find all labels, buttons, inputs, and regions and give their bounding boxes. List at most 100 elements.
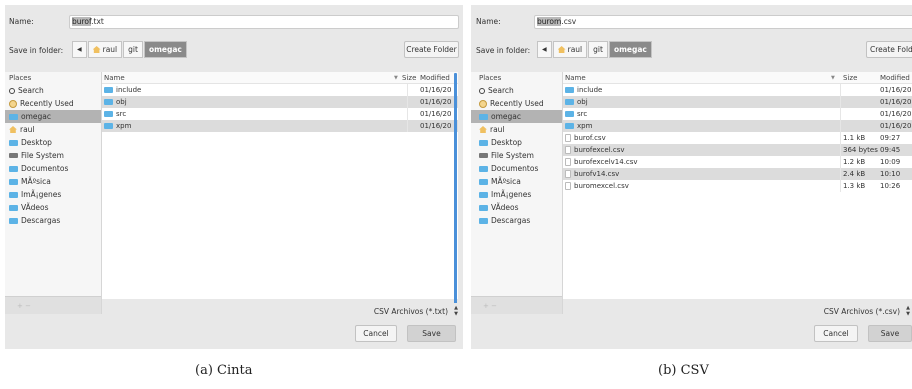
home-icon — [557, 46, 566, 53]
place-documentos[interactable]: Documentos — [5, 162, 101, 175]
place-raul[interactable]: raul — [5, 123, 101, 136]
cancel-button[interactable]: Cancel — [355, 325, 397, 342]
place-label: Search — [488, 86, 514, 95]
filter-label: CSV Archivos (*.csv) — [823, 307, 900, 316]
folder-icon — [9, 204, 18, 211]
table-row[interactable]: obj 01/16/20 — [563, 96, 912, 108]
column-size[interactable]: Size — [843, 72, 857, 84]
column-name[interactable]: Name — [565, 72, 586, 84]
table-row[interactable]: src 01/16/20 — [102, 108, 458, 120]
table-row[interactable]: burofexcel.csv 364 bytes 09:45 — [563, 144, 912, 156]
folder-icon — [9, 217, 18, 224]
breadcrumb-git[interactable]: git — [123, 41, 143, 58]
file-name-cell: burof.csv — [565, 132, 606, 144]
file-name: obj — [577, 98, 588, 106]
column-divider — [407, 96, 408, 108]
place-file-system[interactable]: File System — [5, 149, 101, 162]
place-desktop[interactable]: Desktop — [471, 136, 562, 149]
column-size[interactable]: Size — [402, 72, 416, 84]
file-name-cell: xpm — [104, 120, 131, 132]
table-row[interactable]: xpm 01/16/20 — [563, 120, 912, 132]
save-button[interactable]: Save — [868, 325, 912, 342]
breadcrumb-omegac[interactable]: omegac — [143, 41, 187, 58]
place-omegac[interactable]: omegac — [5, 110, 101, 123]
file-icon — [565, 134, 571, 142]
place-raul[interactable]: raul — [471, 123, 562, 136]
table-row[interactable]: burofexcelv14.csv 1.2 kB 10:09 — [563, 156, 912, 168]
table-row[interactable]: src 01/16/20 — [563, 108, 912, 120]
table-row[interactable]: xpm 01/16/20 — [102, 120, 458, 132]
column-modified[interactable]: Modified — [420, 72, 450, 84]
cancel-button[interactable]: Cancel — [814, 325, 858, 342]
place-imagenes[interactable]: ImÃ¡genes — [5, 188, 101, 201]
breadcrumb-label: raul — [102, 45, 118, 54]
name-label: Name: — [476, 17, 501, 26]
file-name-cell: burofexcel.csv — [565, 144, 625, 156]
table-row[interactable]: burof.csv 1.1 kB 09:27 — [563, 132, 912, 144]
file-name: xpm — [577, 122, 593, 130]
column-modified[interactable]: Modified — [880, 72, 910, 84]
column-divider — [840, 168, 841, 180]
file-name-cell: include — [565, 84, 602, 96]
folder-icon — [104, 111, 113, 117]
place-label: ImÃ¡genes — [21, 190, 62, 199]
scrollbar[interactable] — [454, 73, 457, 306]
place-documentos[interactable]: Documentos — [471, 162, 562, 175]
drive-icon — [9, 153, 18, 158]
search-icon — [479, 87, 485, 94]
place-musica[interactable]: MÃºsica — [471, 175, 562, 188]
place-videos[interactable]: VÃ­deos — [5, 201, 101, 214]
place-desktop[interactable]: Desktop — [5, 136, 101, 149]
place-file-system[interactable]: File System — [471, 149, 562, 162]
place-imagenes[interactable]: ImÃ¡genes — [471, 188, 562, 201]
places-add-remove[interactable]: + − — [5, 296, 101, 314]
breadcrumb-label: git — [128, 45, 138, 54]
save-button[interactable]: Save — [407, 325, 456, 342]
place-videos[interactable]: VÃ­deos — [471, 201, 562, 214]
file-modified: 01/16/20 — [880, 110, 912, 118]
updown-icon: ▲ ▼ — [454, 305, 458, 317]
file-type-filter[interactable]: CSV Archivos (*.txt) ▲ ▼ — [365, 303, 460, 320]
create-folder-button[interactable]: Create Folder — [404, 41, 459, 58]
breadcrumb-omegac[interactable]: omegac — [608, 41, 652, 58]
table-row[interactable]: include 01/16/20 — [563, 84, 912, 96]
file-type-filter[interactable]: CSV Archivos (*.csv) ▲ ▼ — [811, 303, 912, 320]
file-name-cell: src — [565, 108, 587, 120]
file-modified: 01/16/20 — [880, 122, 912, 130]
filename-input[interactable]: burof.txt — [69, 15, 459, 29]
breadcrumb-raul[interactable]: raul — [552, 41, 588, 58]
breadcrumb-label: git — [593, 45, 603, 54]
place-label: File System — [21, 151, 64, 160]
breadcrumb-git[interactable]: git — [588, 41, 608, 58]
place-search[interactable]: Search — [5, 84, 101, 97]
table-row[interactable]: buromexcel.csv 1.3 kB 10:26 — [563, 180, 912, 192]
breadcrumb-back-button[interactable]: ◀ — [72, 41, 87, 58]
breadcrumb-raul[interactable]: raul — [87, 41, 123, 58]
place-recently-used[interactable]: Recently Used — [471, 97, 562, 110]
file-size: 2.4 kB — [843, 170, 866, 178]
place-search[interactable]: Search — [471, 84, 562, 97]
table-row[interactable]: burofv14.csv 2.4 kB 10:10 — [563, 168, 912, 180]
place-descargas[interactable]: Descargas — [471, 214, 562, 227]
places-header[interactable]: Places — [5, 72, 101, 84]
place-descargas[interactable]: Descargas — [5, 214, 101, 227]
column-name[interactable]: Name — [104, 72, 125, 84]
filename-input[interactable]: burom.csv — [534, 15, 912, 29]
places-header[interactable]: Places — [471, 72, 562, 84]
sort-arrow-icon: ▼ — [831, 75, 835, 81]
folder-icon — [9, 165, 18, 172]
table-row[interactable]: obj 01/16/20 — [102, 96, 458, 108]
file-modified: 01/16/20 — [420, 98, 452, 106]
place-omegac[interactable]: omegac — [471, 110, 562, 123]
create-folder-button[interactable]: Create Folder — [866, 41, 912, 58]
places-add-remove[interactable]: + − — [471, 296, 562, 314]
place-musica[interactable]: MÃºsica — [5, 175, 101, 188]
table-row[interactable]: include 01/16/20 — [102, 84, 458, 96]
breadcrumb-back-button[interactable]: ◀ — [537, 41, 552, 58]
file-modified: 01/16/20 — [420, 110, 452, 118]
file-list: Name ▼ Size Modified include 01/16/20 obj 0… — [563, 72, 912, 299]
place-recently-used[interactable]: Recently Used — [5, 97, 101, 110]
place-label: omegac — [491, 112, 521, 121]
file-icon — [565, 158, 571, 166]
file-icon — [565, 170, 571, 178]
